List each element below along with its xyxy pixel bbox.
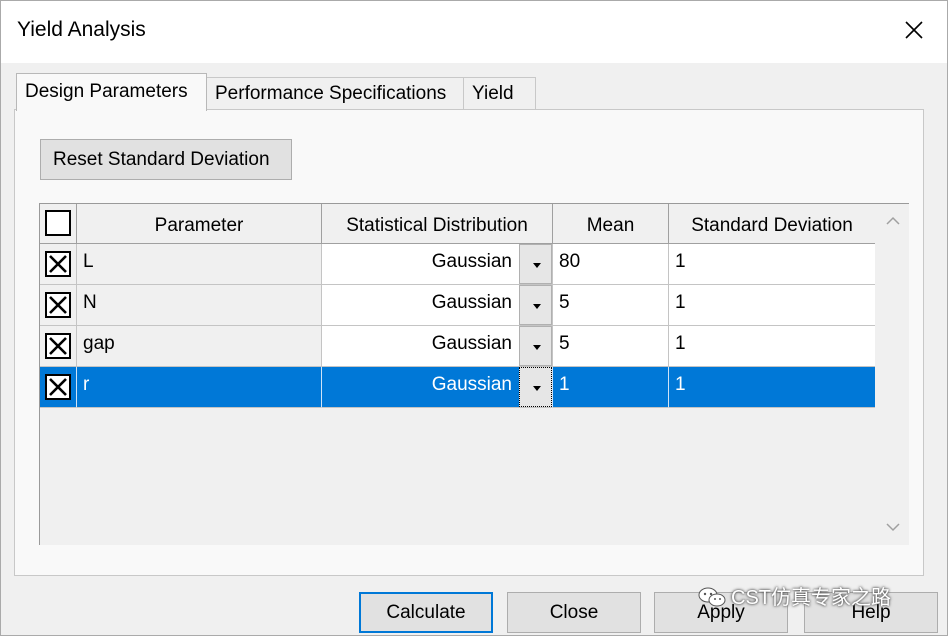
row-checkbox-cell [40,244,77,285]
header-checkbox-cell [40,204,77,244]
close-button[interactable]: Close [507,592,641,633]
title-bar: Yield Analysis [1,1,947,63]
row-checkbox[interactable] [45,251,71,277]
tab-design-parameters[interactable]: Design Parameters [16,73,207,111]
distribution-value: Gaussian [431,292,512,313]
mean-field[interactable]: 80 [553,244,669,285]
mean-field[interactable]: 5 [553,326,669,367]
mean-field[interactable]: 5 [553,285,669,326]
distribution-value: Gaussian [431,333,512,354]
watermark-text: CST仿真专家之路 [731,587,891,609]
row-checkbox[interactable] [45,374,71,400]
distribution-select[interactable]: Gaussian [322,285,553,326]
vertical-scrollbar[interactable] [875,204,909,545]
column-header-parameter[interactable]: Parameter [77,204,322,244]
parameter-name: gap [77,326,322,367]
parameter-table: Parameter Statistical Distribution Mean … [39,203,909,545]
table-row[interactable]: gap Gaussian 5 1 [40,326,876,367]
chevron-down-icon[interactable] [519,367,552,407]
std-field[interactable]: 1 [669,367,876,408]
mean-field[interactable]: 1 [553,367,669,408]
std-field[interactable]: 1 [669,285,876,326]
distribution-value: Gaussian [431,374,512,395]
scroll-down-icon[interactable] [885,519,901,535]
table-row[interactable]: N Gaussian 5 1 [40,285,876,326]
distribution-value: Gaussian [431,251,512,272]
parameter-name: N [77,285,322,326]
chevron-down-icon[interactable] [519,244,552,284]
std-field[interactable]: 1 [669,326,876,367]
dialog-title: Yield Analysis [17,18,146,41]
wechat-icon [697,586,727,608]
calculate-button[interactable]: Calculate [359,592,493,633]
chevron-down-icon[interactable] [519,326,552,366]
table-row-selected[interactable]: r Gaussian 1 1 [40,367,876,408]
column-header-statistical-distribution[interactable]: Statistical Distribution [322,204,553,244]
row-checkbox-cell [40,367,77,408]
select-all-checkbox[interactable] [45,210,71,236]
distribution-select[interactable]: Gaussian [322,244,553,285]
row-checkbox[interactable] [45,292,71,318]
column-header-mean[interactable]: Mean [553,204,669,244]
close-icon[interactable] [899,15,929,45]
table-row[interactable]: L Gaussian 80 1 [40,244,876,285]
row-checkbox-cell [40,326,77,367]
tab-performance-specifications[interactable]: Performance Specifications [206,77,464,110]
std-field[interactable]: 1 [669,244,876,285]
tab-yield[interactable]: Yield [463,77,536,110]
yield-analysis-dialog: Yield Analysis Design Parameters Perform… [0,0,948,636]
row-checkbox[interactable] [45,333,71,359]
chevron-down-icon[interactable] [519,285,552,325]
reset-standard-deviation-button[interactable]: Reset Standard Deviation [40,139,292,180]
scroll-up-icon[interactable] [885,213,901,229]
row-checkbox-cell [40,285,77,326]
parameter-name: r [77,367,322,408]
watermark: CST仿真专家之路 [697,581,891,610]
column-header-standard-deviation[interactable]: Standard Deviation [669,204,876,244]
distribution-select[interactable]: Gaussian [322,326,553,367]
parameter-name: L [77,244,322,285]
distribution-select[interactable]: Gaussian [322,367,553,408]
